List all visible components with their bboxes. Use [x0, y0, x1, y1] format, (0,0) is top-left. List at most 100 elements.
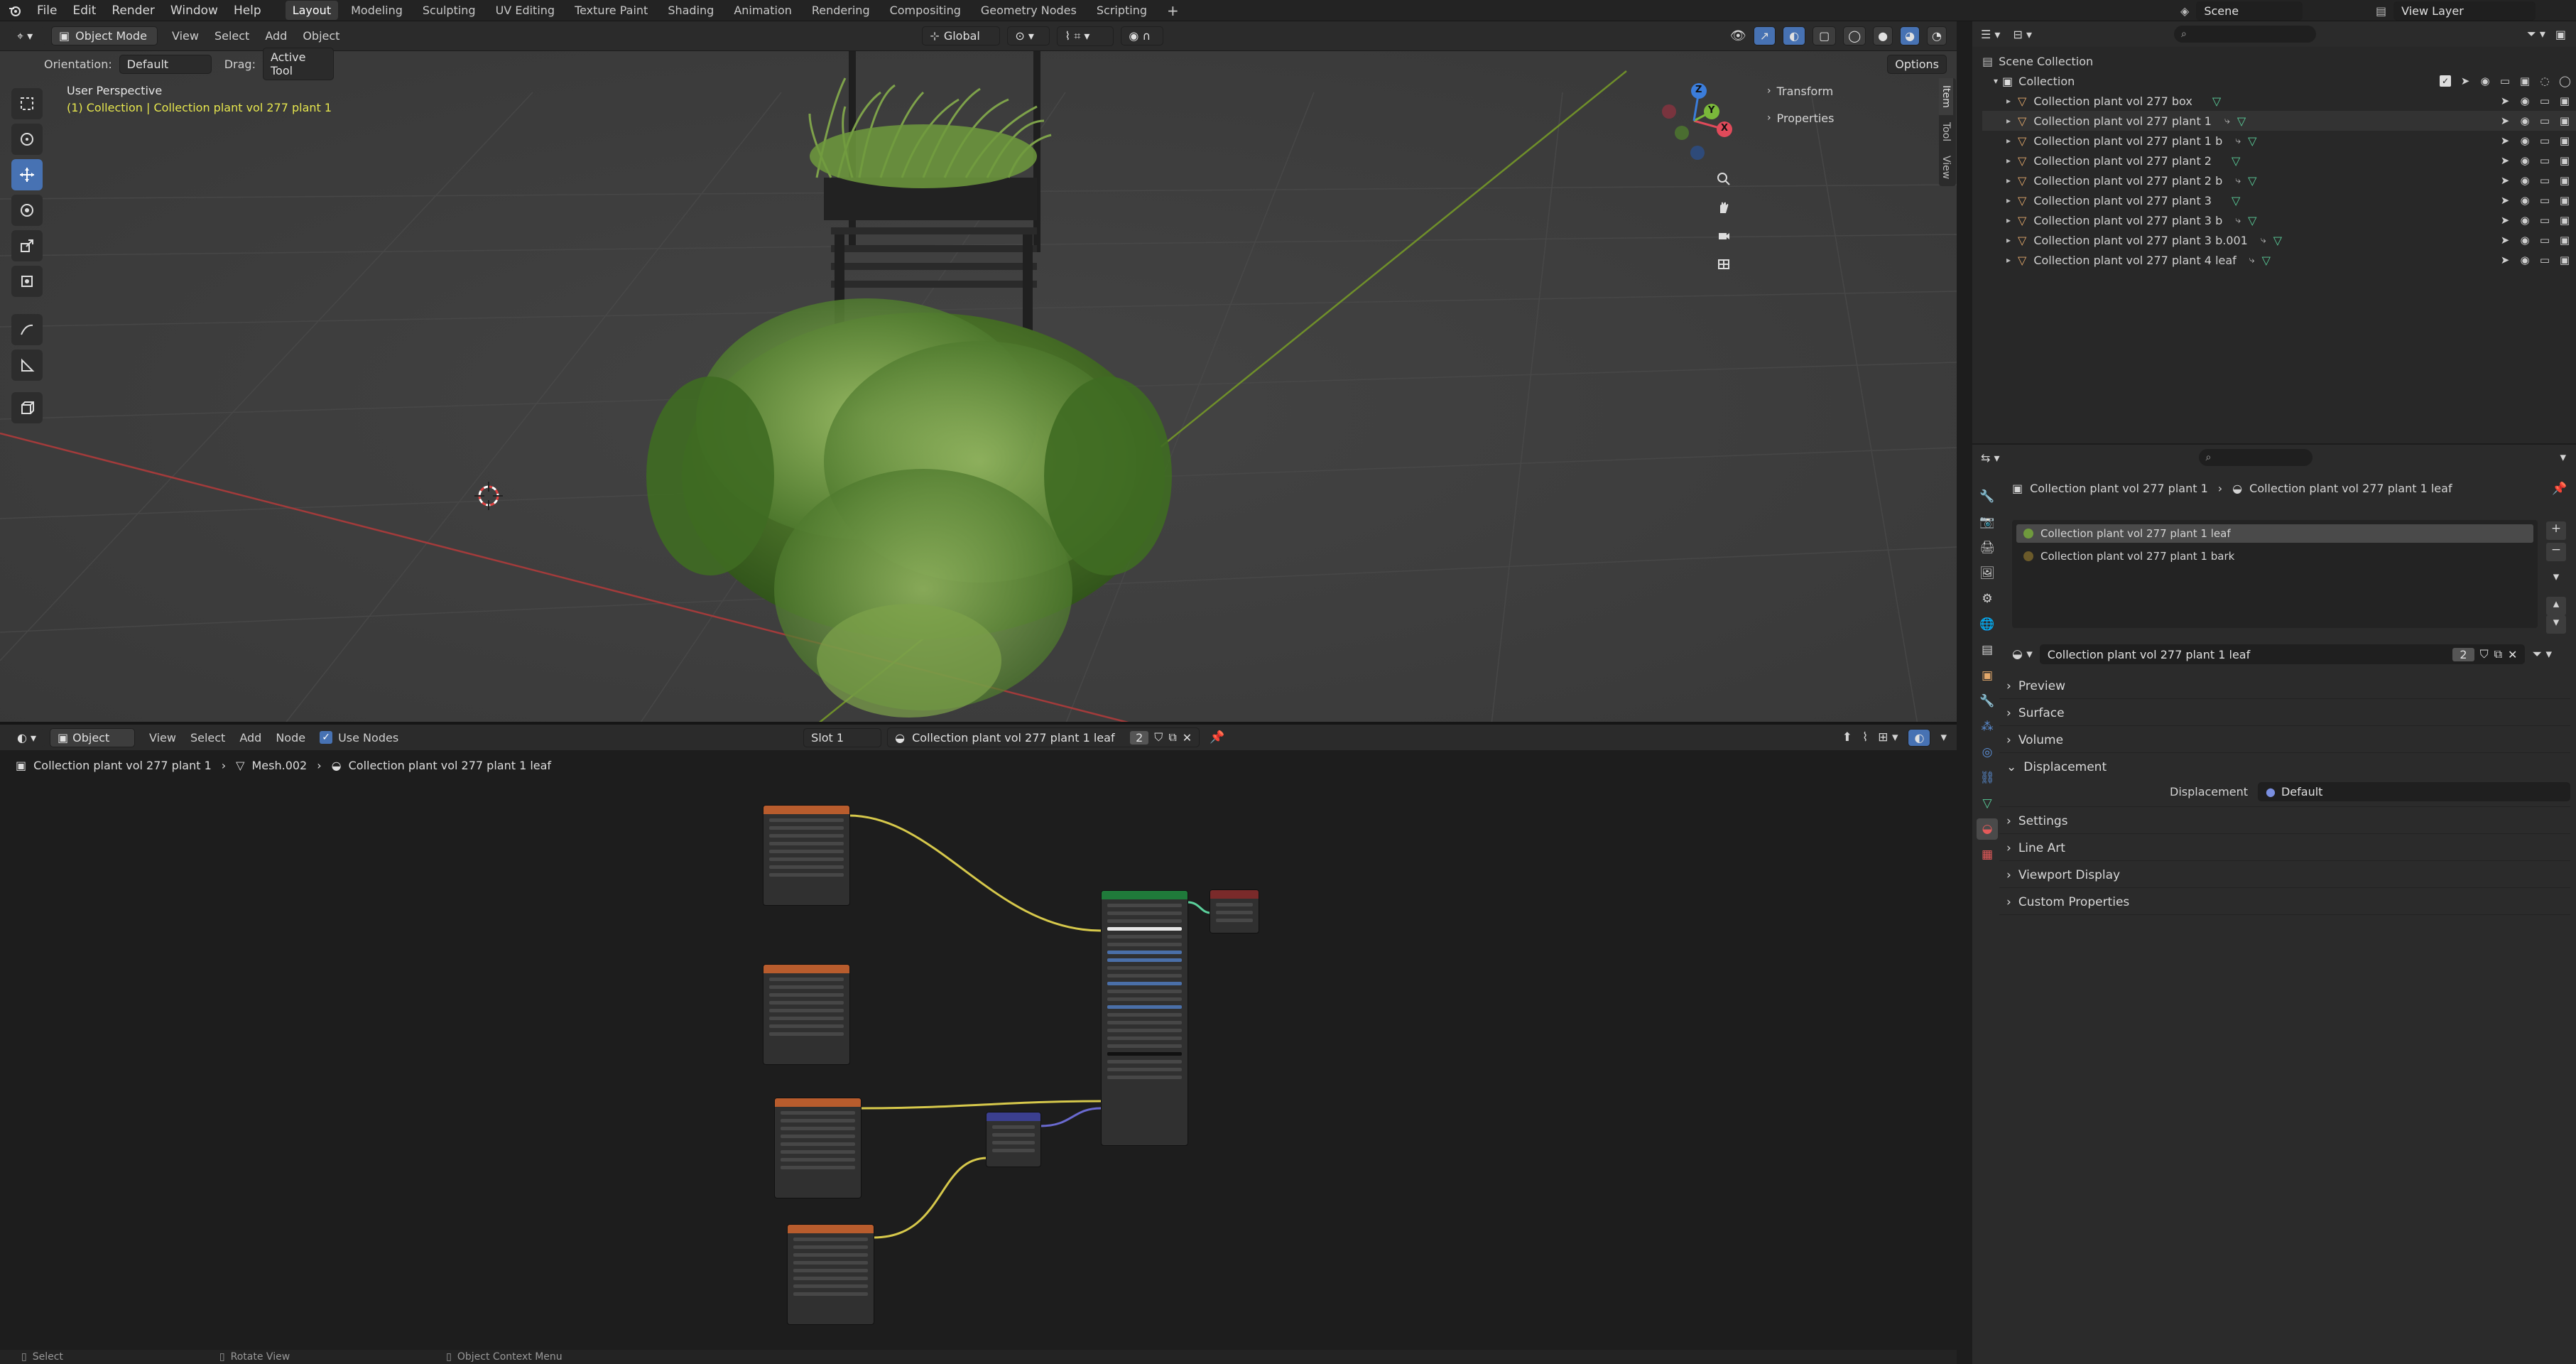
expand-right-icon[interactable]: ▸ [2006, 215, 2011, 225]
select-box-tool-icon[interactable] [11, 88, 43, 119]
shading-rendered-icon[interactable]: ◔ [1927, 26, 1947, 45]
expand-right-icon[interactable]: ▸ [2006, 255, 2011, 265]
npanel-tab-tool[interactable]: Tool [1939, 115, 1953, 148]
indirect-only-icon[interactable]: ◯ [2559, 75, 2571, 87]
panel-surface[interactable]: › Surface [1999, 700, 2570, 726]
camera-render-icon[interactable]: ▣ [2559, 175, 2570, 186]
world-tab-icon[interactable]: 🌐 [1977, 614, 1998, 635]
monitor-icon[interactable]: ▭ [2539, 215, 2550, 226]
collection-tab-icon[interactable]: ▤ [1977, 639, 1998, 661]
output-tab-icon[interactable]: 🖨 [1977, 537, 1998, 558]
holdout-icon[interactable]: ◌ [2539, 75, 2550, 87]
camera-render-icon[interactable]: ▣ [2559, 195, 2570, 206]
panel-line-art[interactable]: › Line Art [1999, 835, 2570, 861]
pivot-point-icon[interactable]: ⊙ ▾ [1007, 26, 1050, 45]
vertical-area-divider[interactable] [1957, 21, 1972, 1364]
view-layer-name[interactable]: View Layer [2393, 1, 2536, 21]
transform-orientation-dropdown[interactable]: ⊹ Global [922, 26, 1001, 45]
tab-geometry-nodes[interactable]: Geometry Nodes [974, 1, 1084, 20]
monitor-icon[interactable]: ▭ [2539, 175, 2550, 186]
viewport-menu-object[interactable]: Object [303, 29, 339, 43]
image-texture-node-normal[interactable] [787, 1224, 874, 1325]
eye-icon[interactable]: ◉ [2519, 95, 2531, 107]
camera-view-icon[interactable] [1712, 224, 1736, 248]
add-slot-icon[interactable]: + [2546, 521, 2566, 540]
view-layer-tab-icon[interactable]: 🖼 [1977, 563, 1998, 584]
npanel-tab-view[interactable]: View [1939, 148, 1953, 186]
new-collection-icon[interactable]: ▣ [2555, 28, 2566, 41]
scene-tab-icon[interactable]: ⚙ [1977, 588, 1998, 610]
proportional-edit-icon[interactable]: ◉ ∩ [1121, 26, 1164, 45]
menu-edit[interactable]: Edit [72, 4, 96, 18]
measure-tool-icon[interactable] [11, 350, 43, 381]
shading-solid-icon[interactable]: ● [1873, 26, 1893, 45]
camera-render-icon[interactable]: ▣ [2559, 115, 2570, 126]
outliner-item[interactable]: ▸ ▽ Collection plant vol 277 plant 3 b ⤷ ▽ ➤ ◉… [1982, 210, 2576, 230]
camera-render-icon[interactable]: ▣ [2559, 95, 2570, 107]
camera-render-icon[interactable]: ▣ [2559, 254, 2570, 266]
view-layer-selector[interactable]: ▤ View Layer [2376, 1, 2536, 21]
expand-right-icon[interactable]: ▸ [2006, 195, 2011, 205]
panel-settings[interactable]: › Settings [1999, 808, 2570, 834]
tab-layout[interactable]: Layout [285, 1, 339, 20]
editor-type-properties-icon[interactable]: ⇆ ▾ [1981, 451, 2000, 465]
expand-right-icon[interactable]: ▸ [2006, 96, 2011, 106]
fake-user-shield-icon[interactable]: ⛉ [2480, 647, 2489, 661]
outliner-item[interactable]: ▸ ▽ Collection plant vol 277 plant 3 b.001… [1982, 230, 2576, 250]
monitor-icon[interactable]: ▭ [2539, 95, 2550, 107]
camera-render-icon[interactable]: ▣ [2519, 75, 2531, 87]
menu-render[interactable]: Render [112, 4, 155, 18]
scene-name[interactable]: Scene [2196, 1, 2303, 21]
blender-logo-icon[interactable] [9, 4, 21, 17]
render-tab-icon[interactable]: 📷 [1977, 512, 1998, 533]
properties-search-input[interactable]: ⌕ [2198, 449, 2313, 466]
scene-collection-row[interactable]: ▤ Scene Collection [1982, 51, 2576, 71]
image-texture-node-basecolor[interactable] [763, 805, 850, 906]
eye-icon[interactable]: ◉ [2519, 195, 2531, 206]
material-name-field[interactable]: Collection plant vol 277 plant 1 leaf 2 … [2039, 644, 2526, 664]
tool-tab-icon[interactable]: 🔧 [1977, 486, 1998, 507]
mode-dropdown[interactable]: ▣ Object Mode [51, 26, 158, 45]
rotate-tool-icon[interactable] [11, 195, 43, 226]
move-tool-icon[interactable] [11, 159, 43, 190]
annotate-tool-icon[interactable] [11, 314, 43, 345]
camera-render-icon[interactable]: ▣ [2559, 215, 2570, 226]
monitor-icon[interactable]: ▭ [2539, 115, 2550, 126]
eye-icon[interactable]: ◉ [2519, 115, 2531, 126]
menu-window[interactable]: Window [170, 4, 218, 18]
monitor-icon[interactable]: ▭ [2539, 155, 2550, 166]
slot-specials-icon[interactable]: ▾ [2546, 570, 2566, 588]
duplicate-icon[interactable]: ⧉ [2494, 647, 2502, 661]
material-link-icon[interactable]: ⏷ ▾ [2532, 647, 2552, 661]
expand-right-icon[interactable]: ▸ [2006, 156, 2011, 166]
image-texture-node-roughness[interactable] [763, 964, 850, 1065]
material-browse-icon[interactable]: ◒ ▾ [2012, 647, 2033, 661]
viewport-menu-add[interactable]: Add [265, 29, 287, 43]
pin-icon[interactable]: 📌 [2552, 482, 2567, 496]
material-slot-row[interactable]: Collection plant vol 277 plant 1 leaf [2016, 524, 2533, 543]
principled-bsdf-node[interactable] [1101, 890, 1188, 1146]
tab-scripting[interactable]: Scripting [1089, 1, 1154, 20]
editor-type-3d-icon[interactable]: ⌖ ▾ [10, 26, 45, 45]
selectable-arrow-icon[interactable]: ➤ [2499, 95, 2511, 107]
xray-toggle-icon[interactable]: ▢ [1813, 26, 1837, 45]
tab-texture-paint[interactable]: Texture Paint [567, 1, 655, 20]
gizmo-toggle-icon[interactable]: ↗ [1753, 26, 1776, 45]
expand-right-icon[interactable]: ▸ [2006, 235, 2011, 245]
normal-map-node[interactable] [986, 1112, 1041, 1167]
material-output-node[interactable] [1210, 889, 1259, 933]
navigation-gizmo[interactable]: X Y Z [1655, 82, 1733, 160]
material-datablock-row[interactable]: ◒ ▾ Collection plant vol 277 plant 1 lea… [2012, 644, 2552, 665]
add-cube-tool-icon[interactable] [11, 392, 43, 423]
drag-dropdown[interactable]: Active Tool [262, 48, 334, 80]
tab-rendering[interactable]: Rendering [805, 1, 877, 20]
scene-selector[interactable]: ◈ Scene [2180, 1, 2303, 21]
selectable-arrow-icon[interactable]: ➤ [2499, 115, 2511, 126]
add-workspace-icon[interactable]: + [1160, 0, 1186, 22]
snap-toggle-icon[interactable]: ⌇ ⌗ ▾ [1057, 26, 1114, 46]
zoom-icon[interactable] [1712, 167, 1736, 191]
shading-wireframe-icon[interactable]: ◯ [1843, 26, 1866, 45]
selectable-arrow-icon[interactable]: ➤ [2499, 155, 2511, 166]
eye-icon[interactable]: ◉ [2519, 155, 2531, 166]
selectable-arrow-icon[interactable]: ➤ [2460, 75, 2471, 87]
